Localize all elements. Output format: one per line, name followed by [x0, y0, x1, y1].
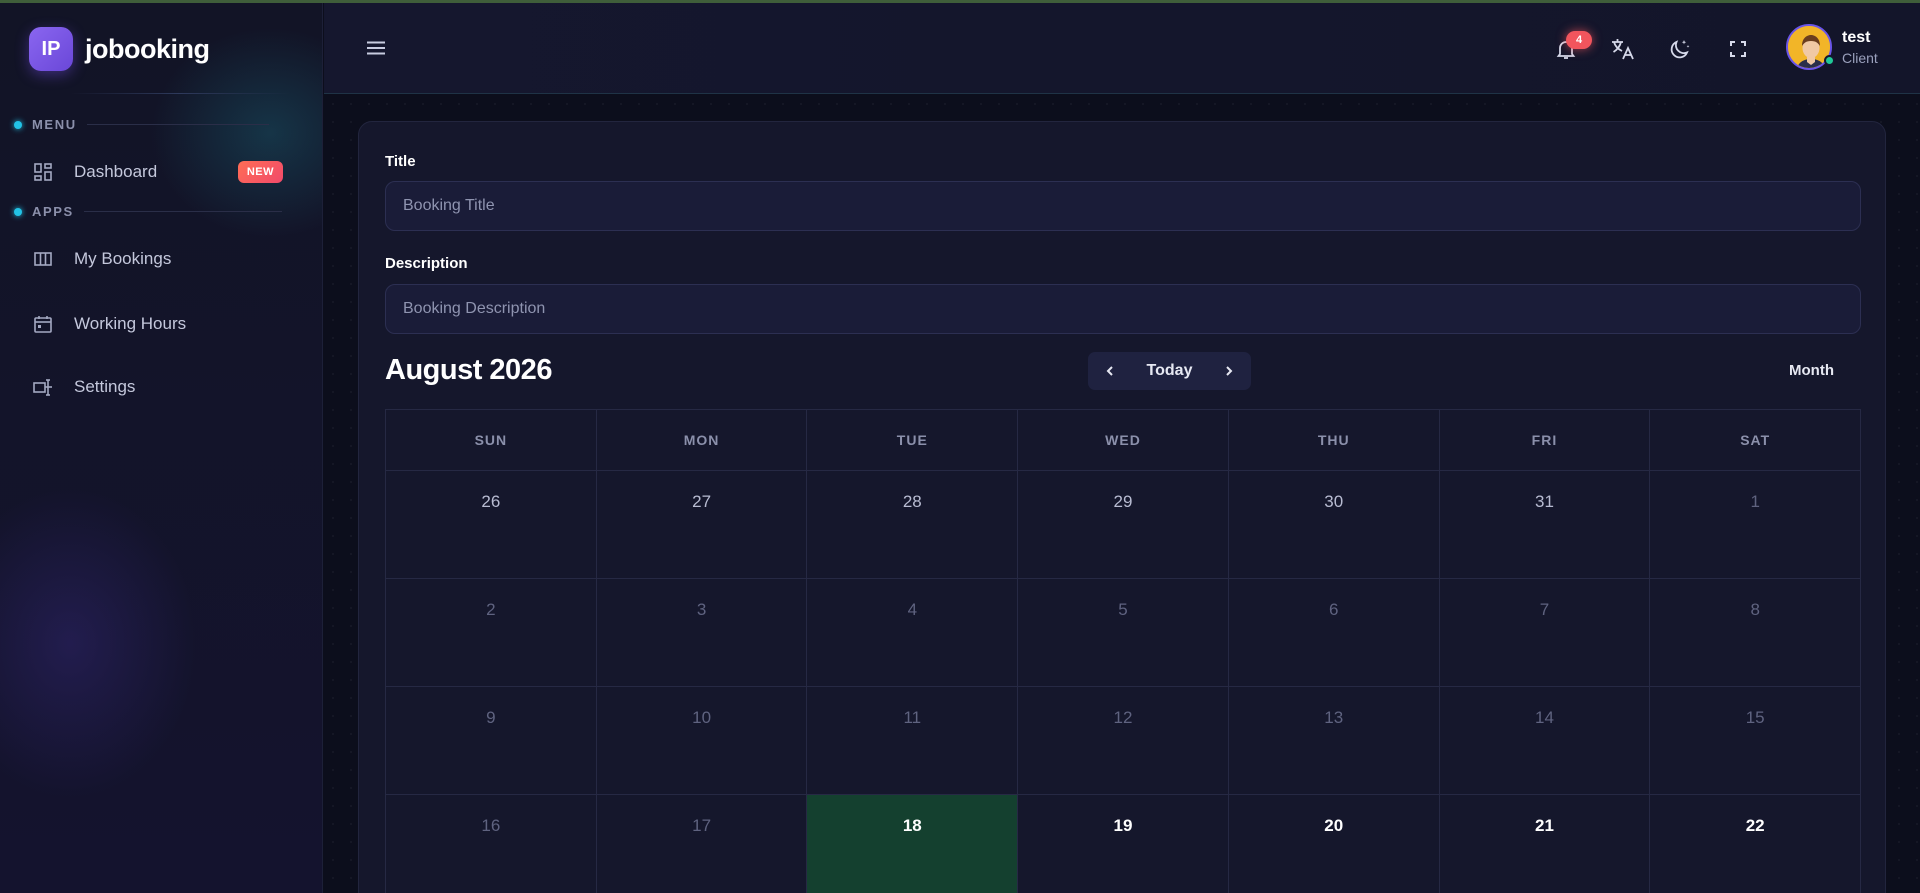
weekday-header: FRI: [1439, 410, 1651, 471]
sidebar-item-working-hours[interactable]: Working Hours: [14, 301, 304, 347]
calendar-day-cell[interactable]: 9: [386, 687, 597, 795]
brand-logo: IP: [29, 27, 73, 71]
calendar-day-cell[interactable]: 13: [1228, 687, 1440, 795]
calendar-day-cell[interactable]: 19: [1018, 795, 1229, 893]
calendar-day-cell[interactable]: 2: [386, 579, 597, 687]
calendar-month-title: August 2026: [385, 354, 552, 386]
calendar-week-row: 26 27 28 29 30 31 1: [386, 471, 1862, 579]
calendar-day-cell[interactable]: 12: [1018, 687, 1229, 795]
weekday-header: SUN: [386, 410, 597, 471]
calendar-day-cell[interactable]: 15: [1650, 687, 1862, 795]
section-label-apps: APPS: [14, 204, 282, 219]
calendar-day-cell[interactable]: 6: [1228, 579, 1440, 687]
today-button[interactable]: Today: [1147, 362, 1193, 380]
sidebar-item-label: My Bookings: [74, 249, 172, 268]
online-status-dot: [1824, 55, 1835, 66]
brand[interactable]: IP jobooking: [29, 27, 210, 71]
section-label-menu: MENU: [14, 117, 269, 132]
calendar-day-cell[interactable]: 27: [596, 471, 808, 579]
calendar-day-cell-today[interactable]: 18: [807, 795, 1019, 893]
top-header: 4 test Client: [324, 3, 1920, 94]
calendar-day-cell[interactable]: 26: [386, 471, 597, 579]
calendar-day-cell[interactable]: 30: [1228, 471, 1440, 579]
calendar-navigation: Today: [1088, 352, 1251, 390]
fullscreen-icon[interactable]: [1724, 35, 1752, 63]
month-view-button[interactable]: Month: [1789, 362, 1834, 379]
calendar-day-cell[interactable]: 29: [1018, 471, 1229, 579]
dashboard-icon: [32, 161, 54, 183]
brand-divider: [70, 93, 290, 94]
calendar-day-cell[interactable]: 4: [807, 579, 1019, 687]
settings-icon: [32, 376, 54, 398]
brand-name: jobooking: [85, 33, 210, 64]
calendar-day-cell[interactable]: 5: [1018, 579, 1229, 687]
description-input[interactable]: [385, 284, 1861, 334]
calendar-day-cell[interactable]: 22: [1650, 795, 1862, 893]
title-input[interactable]: [385, 181, 1861, 231]
sidebar-item-my-bookings[interactable]: My Bookings: [14, 236, 304, 282]
section-label-text: APPS: [32, 204, 74, 219]
booking-form-panel: Title Description August 2026 Today Mont…: [358, 121, 1886, 893]
user-role: Client: [1842, 50, 1878, 66]
weekday-header: THU: [1228, 410, 1440, 471]
calendar-day-cell[interactable]: 14: [1439, 687, 1651, 795]
user-name[interactable]: test: [1842, 29, 1870, 47]
calendar-day-cell[interactable]: 20: [1229, 795, 1440, 893]
calendar-day-cell[interactable]: 3: [596, 579, 808, 687]
weekday-header: WED: [1018, 410, 1229, 471]
section-label-text: MENU: [32, 117, 77, 132]
section-dot-icon: [14, 120, 22, 129]
calendar-day-cell[interactable]: 16: [386, 795, 597, 893]
sidebar-item-settings[interactable]: Settings: [14, 364, 304, 410]
new-badge: NEW: [237, 161, 283, 183]
calendar-day-cell[interactable]: 21: [1440, 795, 1651, 893]
dark-mode-moon-icon[interactable]: [1666, 35, 1694, 63]
calendar-day-cell[interactable]: 28: [807, 471, 1019, 579]
section-divider: [86, 124, 269, 125]
hamburger-menu-icon[interactable]: [364, 36, 388, 60]
calendar-day-cell[interactable]: 17: [597, 795, 808, 893]
top-accent-line: [0, 0, 1920, 3]
calendar-icon: [32, 313, 54, 335]
calendar-day-cell[interactable]: 31: [1439, 471, 1651, 579]
calendar-day-cell[interactable]: 10: [596, 687, 808, 795]
weekday-header: SAT: [1650, 410, 1862, 471]
weekday-header-row: SUN MON TUE WED THU FRI SAT: [386, 410, 1862, 471]
weekday-header: TUE: [807, 410, 1019, 471]
translate-icon[interactable]: [1608, 35, 1636, 63]
description-label: Description: [385, 255, 468, 272]
calendar-grid: SUN MON TUE WED THU FRI SAT 26 27 28 29 …: [385, 409, 1862, 893]
section-divider: [83, 211, 282, 212]
calendar-week-row: 16 17 18 19 20 21 22: [386, 795, 1862, 893]
weekday-header: MON: [596, 410, 808, 471]
calendar-day-cell[interactable]: 7: [1439, 579, 1651, 687]
calendar-week-row: 2 3 4 5 6 7 8: [386, 579, 1862, 687]
title-label: Title: [385, 153, 416, 170]
calendar-week-row: 9 10 11 12 13 14 15: [386, 687, 1862, 795]
calendar-day-cell[interactable]: 11: [807, 687, 1019, 795]
calendar-day-cell[interactable]: 8: [1650, 579, 1862, 687]
calendar-day-cell[interactable]: 1: [1650, 471, 1862, 579]
sidebar-item-label: Working Hours: [74, 314, 187, 333]
sidebar: IP jobooking MENU Dashboard NEW APPS My …: [0, 3, 323, 893]
chevron-left-icon[interactable]: [1100, 361, 1120, 381]
sidebar-item-label: Settings: [74, 377, 136, 396]
columns-icon: [32, 248, 54, 270]
notification-count-badge: 4: [1566, 31, 1592, 49]
section-dot-icon: [14, 207, 22, 216]
chevron-right-icon[interactable]: [1219, 361, 1239, 381]
sidebar-item-dashboard[interactable]: Dashboard NEW: [14, 149, 304, 195]
sidebar-item-label: Dashboard: [74, 162, 158, 181]
